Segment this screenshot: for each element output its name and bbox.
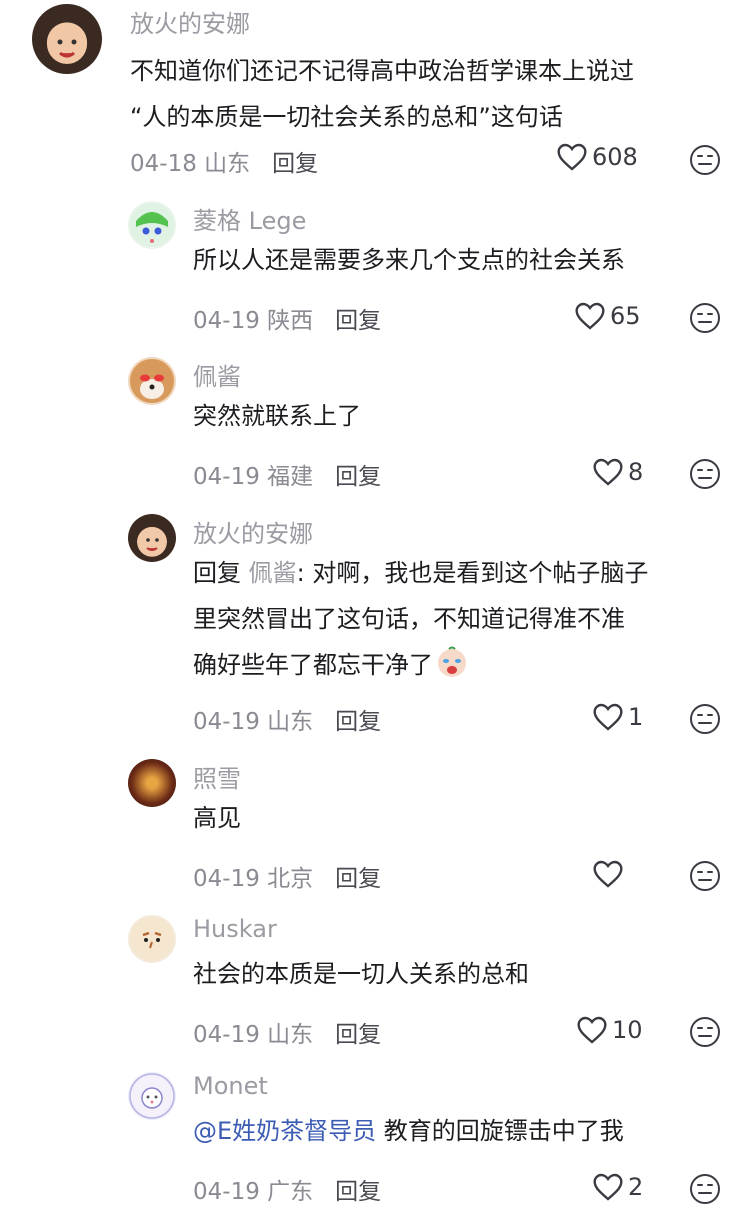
like-button[interactable]: 1: [592, 702, 643, 732]
reply-prefix: 回复: [193, 559, 249, 587]
avatar[interactable]: [128, 357, 176, 405]
reply-button[interactable]: 回复: [335, 1179, 381, 1205]
comment-text: 社会的本质是一切人关系的总和: [193, 951, 529, 997]
comment-meta: 04-19 山东 回复: [193, 1015, 381, 1049]
comment-location: 山东: [204, 151, 251, 177]
avatar[interactable]: [32, 4, 102, 74]
avatar[interactable]: [128, 201, 176, 249]
neutral-face-icon[interactable]: [688, 301, 722, 335]
heart-outline-icon: [593, 458, 623, 486]
comment-text: 高见: [193, 795, 241, 841]
comment-author[interactable]: 放火的安娜: [130, 4, 250, 39]
comment-location: 山东: [267, 709, 314, 735]
comment-meta: 04-18 山东 回复: [130, 144, 318, 178]
comment-text: 突然就联系上了: [193, 393, 361, 439]
comment-date: 04-19: [193, 709, 260, 735]
neutral-face-icon[interactable]: [688, 702, 722, 736]
reply-button[interactable]: 回复: [335, 1022, 381, 1048]
comment-line: “人的本质是一切社会关系的总和”这句话: [130, 103, 563, 131]
comment-date: 04-19: [193, 866, 260, 892]
heart-outline-icon: [575, 302, 605, 330]
comment-line: 突然就联系上了: [193, 402, 361, 430]
comment-author[interactable]: Huskar: [193, 915, 277, 943]
comment-text: 不知道你们还记不记得高中政治哲学课本上说过 “人的本质是一切社会关系的总和”这句…: [130, 48, 634, 140]
comment-line: 确好些年了都忘干净了: [193, 642, 648, 688]
neutral-face-icon[interactable]: [688, 1172, 722, 1206]
comment-author[interactable]: 佩酱: [193, 357, 241, 392]
reply-button[interactable]: 回复: [335, 464, 381, 490]
comment-location: 山东: [267, 1022, 314, 1048]
comment-line: 所以人还是需要多来几个支点的社会关系: [193, 246, 625, 274]
like-count: 1: [628, 703, 644, 731]
reply-button[interactable]: 回复: [272, 151, 318, 177]
comment-location: 广东: [267, 1179, 314, 1205]
reply-button[interactable]: 回复: [335, 308, 381, 334]
comment-date: 04-19: [193, 1179, 260, 1205]
mention-link[interactable]: @E姓奶茶督导员: [193, 1117, 376, 1145]
comment-line: 回复 佩酱: 对啊，我也是看到这个帖子脑子: [193, 550, 648, 596]
comment-meta: 04-19 广东 回复: [193, 1172, 381, 1206]
like-count: 608: [592, 143, 638, 171]
comment-text: @E姓奶茶督导员 教育的回旋镖击中了我: [193, 1108, 624, 1154]
reply-colon: :: [296, 559, 313, 587]
comment-author[interactable]: Monet: [193, 1072, 268, 1100]
comment-text: 回复 佩酱: 对啊，我也是看到这个帖子脑子 里突然冒出了这句话，不知道记得准不准…: [193, 550, 648, 688]
heart-outline-icon: [593, 703, 623, 731]
comment-line: @E姓奶茶督导员 教育的回旋镖击中了我: [193, 1108, 624, 1154]
like-count: 10: [612, 1016, 643, 1044]
like-count: 2: [628, 1173, 644, 1201]
like-button[interactable]: 2: [592, 1172, 643, 1202]
comment-line-text: 对啊，我也是看到这个帖子脑子: [312, 559, 649, 587]
avatar[interactable]: [128, 1072, 176, 1120]
crying-face-emoji-icon: [438, 646, 466, 677]
like-count: 8: [628, 458, 644, 486]
comment-author[interactable]: 照雪: [193, 759, 241, 794]
avatar[interactable]: [128, 514, 176, 562]
comment-line: 社会的本质是一切人关系的总和: [193, 960, 529, 988]
heart-outline-icon: [593, 1173, 623, 1201]
comment-meta: 04-19 北京 回复: [193, 859, 381, 893]
comment-location: 福建: [267, 464, 314, 490]
comment-meta: 04-19 福建 回复: [193, 457, 381, 491]
reply-to-user[interactable]: 佩酱: [249, 559, 297, 587]
neutral-face-icon[interactable]: [688, 457, 722, 491]
avatar[interactable]: [128, 915, 176, 963]
comment-author[interactable]: 菱格 Lege: [193, 201, 306, 236]
comment-line: 高见: [193, 804, 241, 832]
heart-outline-icon: [557, 143, 587, 171]
comment-meta: 04-19 山东 回复: [193, 702, 381, 736]
comment-date: 04-18: [130, 151, 197, 177]
heart-outline-icon: [593, 860, 623, 888]
comment-line-text: 教育的回旋镖击中了我: [376, 1117, 624, 1145]
comment-line: 不知道你们还记不记得高中政治哲学课本上说过: [130, 57, 634, 85]
comment-author[interactable]: 放火的安娜: [193, 514, 313, 549]
reply-button[interactable]: 回复: [335, 709, 381, 735]
like-button[interactable]: 608: [556, 142, 638, 172]
like-button[interactable]: 65: [574, 301, 641, 331]
neutral-face-icon[interactable]: [688, 1015, 722, 1049]
neutral-face-icon[interactable]: [688, 859, 722, 893]
like-button[interactable]: 10: [576, 1015, 643, 1045]
comment-text: 所以人还是需要多来几个支点的社会关系: [193, 237, 625, 283]
like-count: 65: [610, 302, 641, 330]
comment-line: 里突然冒出了这句话，不知道记得准不准: [193, 605, 625, 633]
comment-meta: 04-19 陕西 回复: [193, 301, 381, 335]
heart-outline-icon: [577, 1016, 607, 1044]
comment-location: 北京: [267, 866, 314, 892]
comment-date: 04-19: [193, 1022, 260, 1048]
like-button[interactable]: 8: [592, 457, 643, 487]
like-button[interactable]: [592, 859, 628, 889]
comment-line-text: 确好些年了都忘干净了: [193, 651, 433, 679]
avatar[interactable]: [128, 759, 176, 807]
comment-date: 04-19: [193, 308, 260, 334]
comment-location: 陕西: [267, 308, 314, 334]
comment-date: 04-19: [193, 464, 260, 490]
reply-button[interactable]: 回复: [335, 866, 381, 892]
neutral-face-icon[interactable]: [688, 143, 722, 177]
